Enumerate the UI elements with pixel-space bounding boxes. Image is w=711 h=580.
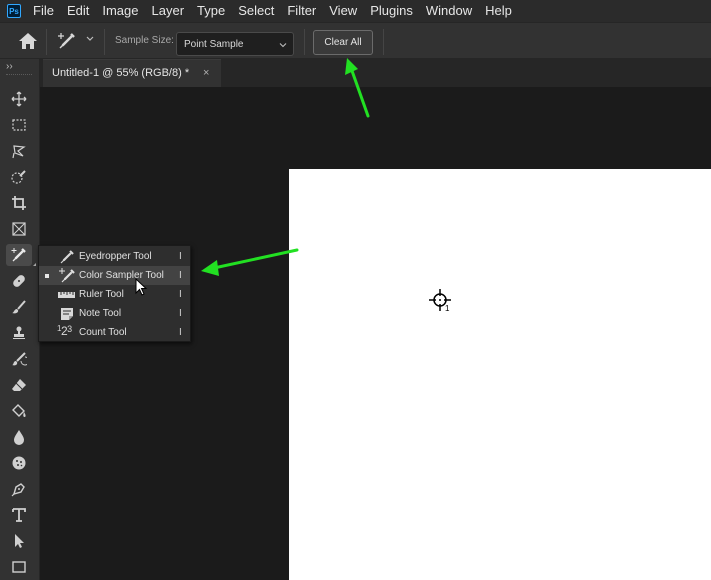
eraser-icon[interactable] — [8, 374, 30, 396]
flyout-item-ruler[interactable]: Ruler Tool I — [39, 285, 190, 304]
options-separator — [104, 29, 105, 55]
move-icon[interactable] — [8, 88, 30, 110]
collapse-panel-icon[interactable]: ›› — [6, 61, 13, 72]
annotation-arrow-icon — [201, 248, 299, 276]
ruler-icon — [58, 292, 75, 298]
sponge-icon[interactable] — [8, 452, 30, 474]
menu-file[interactable]: File — [33, 0, 54, 22]
menu-help[interactable]: Help — [485, 0, 512, 22]
options-separator — [304, 29, 305, 55]
menu-type[interactable]: Type — [197, 0, 225, 22]
paint-bucket-icon[interactable] — [8, 400, 30, 422]
pen-icon[interactable] — [8, 478, 30, 500]
flyout-item-label: Count Tool — [79, 327, 127, 338]
clear-all-button[interactable]: Clear All — [313, 30, 373, 55]
flyout-item-note[interactable]: Note Tool I — [39, 304, 190, 323]
document-tab-title: Untitled-1 @ 55% (RGB/8) * — [52, 67, 190, 79]
flyout-item-shortcut: I — [179, 251, 182, 262]
tool-group-indicator — [33, 263, 36, 266]
flyout-item-shortcut: I — [179, 308, 182, 319]
eyedropper-icon — [60, 250, 74, 264]
menu-select[interactable]: Select — [238, 0, 274, 22]
flyout-item-shortcut: I — [179, 327, 182, 338]
flyout-item-label: Note Tool — [79, 308, 122, 319]
sample-size-label: Sample Size: — [115, 35, 174, 46]
flyout-item-shortcut: I — [179, 289, 182, 300]
count-icon: 123 — [57, 324, 72, 338]
menu-bar: Ps File Edit Image Layer Type Select Fil… — [0, 0, 711, 22]
lasso-icon[interactable] — [8, 140, 30, 162]
home-icon[interactable] — [18, 32, 38, 50]
menu-layer[interactable]: Layer — [152, 0, 185, 22]
clone-stamp-icon[interactable] — [8, 322, 30, 344]
chevron-down-icon[interactable] — [85, 34, 95, 44]
eyedropper-icon[interactable] — [6, 244, 36, 266]
history-brush-icon[interactable] — [8, 348, 30, 370]
menu-view[interactable]: View — [329, 0, 357, 22]
note-icon — [61, 308, 73, 320]
close-icon[interactable]: × — [203, 67, 209, 79]
document-tab-bar: Untitled-1 @ 55% (RGB/8) * × — [40, 59, 711, 87]
options-separator — [383, 29, 384, 55]
panel-grip[interactable] — [6, 74, 32, 76]
sampler-number: 1 — [445, 304, 450, 313]
flyout-item-label: Eyedropper Tool — [79, 251, 152, 262]
quick-selection-icon[interactable] — [8, 166, 30, 188]
rectangle-icon[interactable] — [8, 556, 30, 578]
tool-flyout-menu: Eyedropper Tool I Color Sampler Tool I R… — [38, 245, 191, 342]
menu-image[interactable]: Image — [102, 0, 138, 22]
color-sampler-icon[interactable] — [56, 30, 78, 52]
flyout-item-label: Color Sampler Tool — [79, 270, 164, 281]
frame-icon[interactable] — [8, 218, 30, 240]
chevron-down-icon — [279, 43, 287, 48]
tools-panel: ›› — [0, 59, 40, 580]
photoshop-logo-icon[interactable]: Ps — [7, 4, 21, 18]
menu-plugins[interactable]: Plugins — [370, 0, 413, 22]
menu-window[interactable]: Window — [426, 0, 472, 22]
menu-filter[interactable]: Filter — [287, 0, 316, 22]
path-selection-icon[interactable] — [8, 530, 30, 552]
options-bar: Sample Size: Point Sample Clear All — [0, 22, 711, 59]
selected-tool-bullet — [45, 274, 49, 278]
crop-icon[interactable] — [8, 192, 30, 214]
annotation-arrow-icon — [345, 58, 370, 118]
options-separator — [46, 29, 47, 55]
mouse-pointer-icon — [135, 278, 148, 296]
menu-edit[interactable]: Edit — [67, 0, 89, 22]
flyout-item-eyedropper[interactable]: Eyedropper Tool I — [39, 247, 190, 266]
flyout-item-count[interactable]: 123 Count Tool I — [39, 323, 190, 342]
document-canvas[interactable]: 1 — [289, 169, 711, 580]
type-icon[interactable] — [8, 504, 30, 526]
healing-brush-icon[interactable] — [8, 270, 30, 292]
flyout-item-label: Ruler Tool — [79, 289, 124, 300]
blur-icon[interactable] — [8, 426, 30, 448]
color-sampler-icon — [59, 268, 75, 283]
flyout-item-color-sampler[interactable]: Color Sampler Tool I — [39, 266, 190, 285]
flyout-item-shortcut: I — [179, 270, 182, 281]
rectangular-marquee-icon[interactable] — [8, 114, 30, 136]
brush-icon[interactable] — [8, 296, 30, 318]
document-tab[interactable]: Untitled-1 @ 55% (RGB/8) * × — [43, 59, 221, 87]
sample-size-select[interactable]: Point Sample — [176, 32, 294, 56]
sample-size-value: Point Sample — [184, 39, 244, 50]
